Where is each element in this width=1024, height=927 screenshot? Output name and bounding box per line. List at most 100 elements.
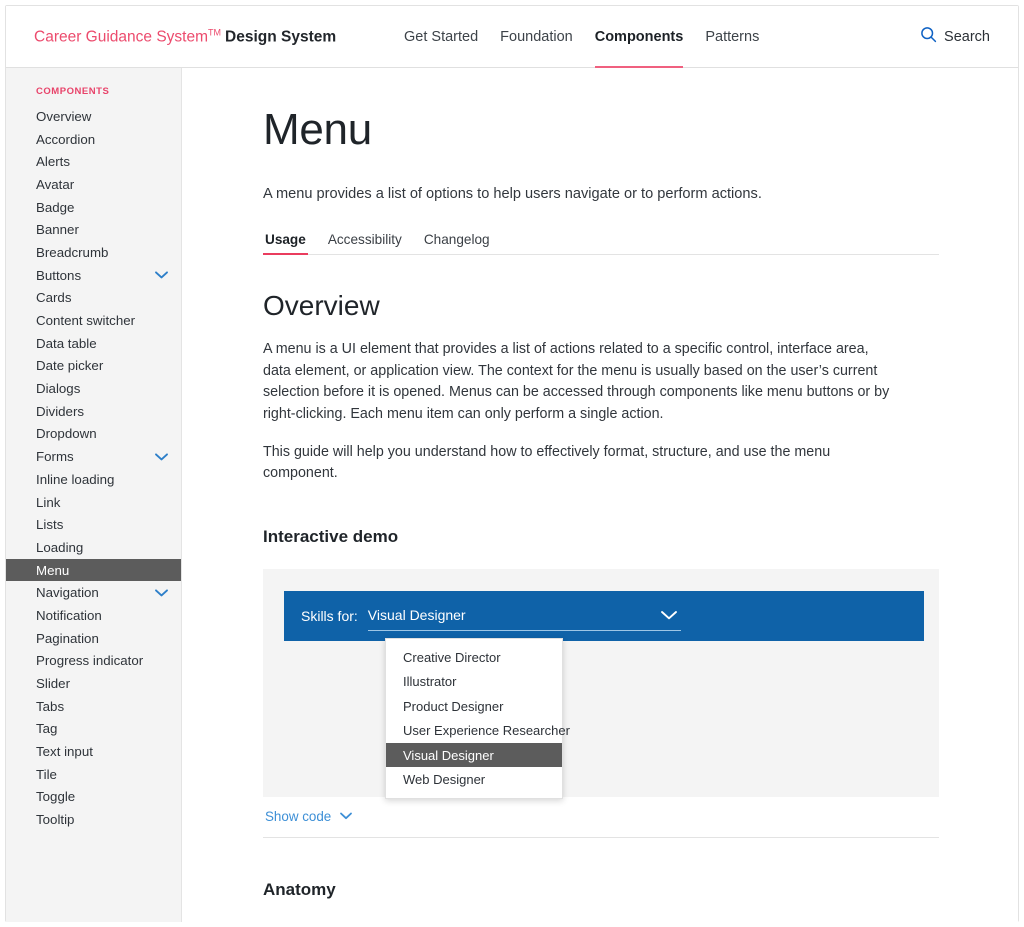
chevron-down-icon [339, 808, 353, 826]
sidebar-item-label: Data table [36, 335, 97, 351]
tab-accessibility[interactable]: Accessibility [326, 232, 404, 254]
sidebar-item-avatar[interactable]: Avatar [6, 173, 181, 196]
sidebar-item-label: Dropdown [36, 426, 97, 442]
sidebar-item-label: Tag [36, 721, 58, 737]
nav-item-get-started[interactable]: Get Started [404, 6, 478, 68]
sidebar-item-label: Loading [36, 539, 84, 555]
sidebar-item-alerts[interactable]: Alerts [6, 150, 181, 173]
tab-usage[interactable]: Usage [263, 232, 308, 256]
sidebar: COMPONENTS Overview Accordion Alerts Avatar… [6, 68, 182, 922]
sidebar-item-label: Breadcrumb [36, 244, 109, 260]
dropdown-option-label: Illustrator [403, 674, 457, 690]
brand-suffix: Design System [225, 28, 337, 46]
app-window: Career Guidance SystemTM Design System Ge… [0, 0, 1024, 927]
dropdown-option-user-experience-researcher[interactable]: User Experience Researcher [386, 718, 570, 743]
site-header: Career Guidance SystemTM Design System Ge… [6, 6, 1018, 69]
sidebar-item-breadcrumb[interactable]: Breadcrumb [6, 241, 181, 264]
dropdown-option-product-designer[interactable]: Product Designer [386, 694, 562, 719]
sidebar-item-menu[interactable]: Menu [6, 558, 181, 582]
sidebar-item-accordion[interactable]: Accordion [6, 128, 181, 151]
sidebar-item-pagination[interactable]: Pagination [6, 627, 181, 650]
interactive-demo-heading: Interactive demo [263, 526, 399, 546]
sidebar-item-tag[interactable]: Tag [6, 718, 181, 741]
chevron-down-icon[interactable] [154, 270, 169, 280]
sidebar-item-label: Dialogs [36, 381, 81, 397]
sidebar-item-navigation[interactable]: Navigation [6, 581, 181, 604]
sidebar-item-overview[interactable]: Overview [6, 105, 181, 128]
sidebar-item-label: Notification [36, 607, 102, 623]
nav-item-components[interactable]: Components [594, 6, 683, 69]
sidebar-item-slider[interactable]: Slider [6, 672, 181, 695]
main-content: Menu A menu provides a list of options t… [182, 68, 1018, 922]
page-title: Menu [263, 105, 372, 154]
nav-item-patterns[interactable]: Patterns [705, 6, 759, 68]
brand-product-name: Career Guidance System [34, 28, 209, 46]
sidebar-item-list: Overview Accordion Alerts Avatar Badge Banner… [6, 105, 181, 831]
dropdown-option-label: Product Designer [403, 698, 504, 714]
sidebar-item-label: Text input [36, 744, 93, 760]
brand-logo[interactable]: Career Guidance SystemTM Design System [34, 27, 336, 46]
dropdown-option-label: Creative Director [403, 649, 501, 665]
sidebar-item-label: Banner [36, 222, 79, 238]
anatomy-heading: Anatomy [263, 879, 336, 899]
sidebar-item-label: Navigation [36, 585, 99, 601]
search-icon [920, 26, 937, 48]
sidebar-item-badge[interactable]: Badge [6, 196, 181, 219]
sidebar-item-progress-indicator[interactable]: Progress indicator [6, 650, 181, 673]
sidebar-item-label: Tooltip [36, 812, 75, 828]
dropdown-option-illustrator[interactable]: Illustrator [386, 669, 562, 694]
sidebar-item-cards[interactable]: Cards [6, 287, 181, 310]
nav-item-foundation[interactable]: Foundation [500, 6, 573, 68]
interactive-demo-panel: Skills for: Visual Designer Creative Dir… [263, 568, 939, 799]
skills-dropdown-menu: Creative Director Illustrator Product Desi… [385, 637, 570, 799]
sidebar-item-text-input[interactable]: Text input [6, 740, 181, 763]
sidebar-item-link[interactable]: Link [6, 491, 181, 514]
sidebar-item-label: Badge [36, 199, 75, 215]
search-button[interactable]: Search [920, 26, 990, 48]
sidebar-item-label: Progress indicator [36, 653, 144, 669]
sidebar-item-toggle[interactable]: Toggle [6, 786, 181, 809]
show-code-toggle[interactable]: Show code [263, 797, 939, 838]
chevron-down-icon[interactable] [154, 588, 169, 598]
sidebar-item-label: Lists [36, 517, 64, 533]
sidebar-item-label: Dividers [36, 403, 85, 419]
sidebar-item-label: Accordion [36, 131, 96, 147]
sidebar-item-data-table[interactable]: Data table [6, 332, 181, 355]
dropdown-option-label: Visual Designer [403, 747, 494, 763]
sidebar-item-content-switcher[interactable]: Content switcher [6, 309, 181, 332]
sidebar-item-label: Pagination [36, 630, 99, 646]
sidebar-item-dialogs[interactable]: Dialogs [6, 377, 181, 400]
skills-select[interactable]: Visual Designer [367, 601, 681, 631]
sidebar-item-banner[interactable]: Banner [6, 218, 181, 241]
sidebar-item-label: Overview [36, 108, 92, 124]
dropdown-option-visual-designer[interactable]: Visual Designer [386, 742, 562, 768]
overview-paragraph-2: This guide will help you understand how … [263, 444, 831, 482]
sidebar-item-label: Tabs [36, 698, 65, 714]
sidebar-item-lists[interactable]: Lists [6, 513, 181, 536]
sidebar-item-label: Forms [36, 449, 74, 465]
sidebar-item-tabs[interactable]: Tabs [6, 695, 181, 718]
sidebar-item-buttons[interactable]: Buttons [6, 264, 181, 287]
sidebar-item-label: Toggle [36, 789, 76, 805]
dropdown-option-creative-director[interactable]: Creative Director [386, 645, 562, 670]
sidebar-item-label: Date picker [36, 358, 104, 374]
sidebar-item-tooltip[interactable]: Tooltip [6, 808, 181, 831]
sidebar-item-label: Avatar [36, 176, 75, 192]
sidebar-item-tile[interactable]: Tile [6, 763, 181, 786]
sidebar-item-notification[interactable]: Notification [6, 604, 181, 627]
sidebar-item-dropdown[interactable]: Dropdown [6, 423, 181, 446]
tab-changelog[interactable]: Changelog [422, 232, 492, 254]
sidebar-item-inline-loading[interactable]: Inline loading [6, 468, 181, 491]
sidebar-item-forms[interactable]: Forms [6, 445, 181, 468]
overview-paragraph-1: A menu is a UI element that provides a l… [263, 341, 890, 422]
sidebar-item-loading[interactable]: Loading [6, 536, 181, 559]
sidebar-item-date-picker[interactable]: Date picker [6, 355, 181, 378]
demo-menubar: Skills for: Visual Designer [284, 590, 924, 641]
show-code-label: Show code [265, 809, 332, 825]
sidebar-section-title: COMPONENTS [36, 86, 110, 97]
dropdown-option-web-designer[interactable]: Web Designer [386, 767, 562, 792]
sidebar-item-dividers[interactable]: Dividers [6, 400, 181, 423]
page-subtitle: A menu provides a list of options to hel… [263, 186, 762, 203]
chevron-down-icon[interactable] [154, 452, 169, 462]
sidebar-item-label: Tile [36, 766, 57, 782]
